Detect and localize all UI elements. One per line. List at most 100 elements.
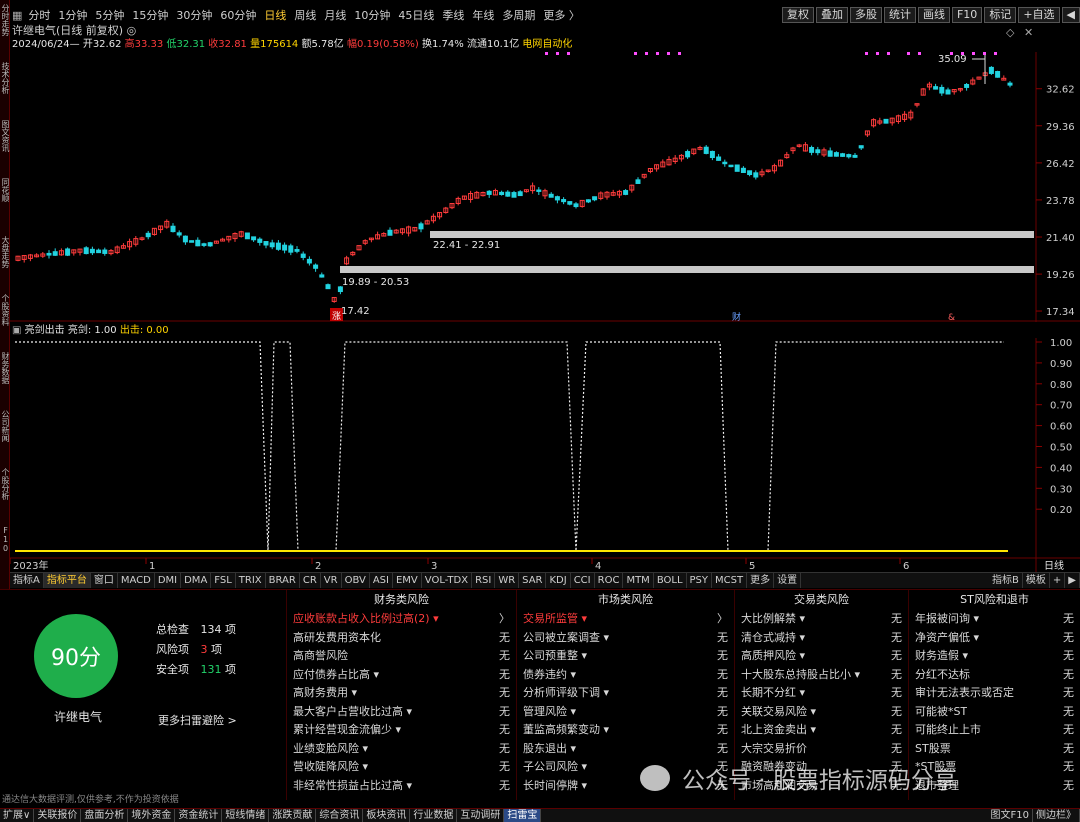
- period-item-9[interactable]: 10分钟: [350, 7, 394, 23]
- risk-row[interactable]: 财务造假 ▾ 无: [909, 647, 1080, 666]
- indicator-tab-2[interactable]: 窗口: [91, 573, 118, 588]
- period-item-5[interactable]: 60分钟: [216, 7, 260, 23]
- bottom-tab-11[interactable]: 扫雷宝: [504, 809, 542, 822]
- bottom-tab-2[interactable]: 盘面分析: [81, 809, 129, 822]
- indicator-tab-19[interactable]: CCI: [571, 573, 595, 588]
- risk-row[interactable]: 净资产偏低 ▾ 无: [909, 629, 1080, 648]
- risk-row[interactable]: 年报被问询 ▾ 无: [909, 610, 1080, 629]
- bottom-tab-5[interactable]: 短线情绪: [222, 809, 270, 822]
- restore-icon[interactable]: ◇: [1006, 26, 1014, 39]
- indicator-tab-16[interactable]: WR: [495, 573, 520, 588]
- indicator-right-tab-2[interactable]: +: [1050, 573, 1066, 588]
- risk-row[interactable]: 高商誉风险 无: [287, 647, 516, 666]
- period-item-11[interactable]: 季线: [438, 7, 468, 23]
- indicator-tab-9[interactable]: CR: [300, 573, 321, 588]
- indicator-tab-18[interactable]: KDJ: [546, 573, 571, 588]
- indicator-tab-14[interactable]: VOL-TDX: [422, 573, 473, 588]
- left-tab-2[interactable]: 图文资讯: [0, 120, 10, 174]
- risk-row[interactable]: 股东退出 ▾ 无: [517, 740, 734, 759]
- toolbar-button-3[interactable]: 统计: [883, 7, 916, 23]
- period-item-8[interactable]: 月线: [320, 7, 350, 23]
- left-tab-7[interactable]: 公司新闻: [0, 410, 10, 464]
- period-item-1[interactable]: 1分钟: [54, 7, 91, 23]
- bottom-tab-0[interactable]: 扩展∨: [0, 809, 35, 822]
- risk-row[interactable]: 董监高频繁变动 ▾ 无: [517, 721, 734, 740]
- indicator-tab-15[interactable]: RSI: [472, 573, 496, 588]
- indicator-tab-20[interactable]: ROC: [595, 573, 624, 588]
- left-tab-9[interactable]: F10: [0, 526, 10, 580]
- candlestick-chart[interactable]: 32.62 29.36 26.42 23.78 21.40 19.26 17.34 35.0…: [10, 52, 1080, 322]
- period-item-13[interactable]: 多周期: [498, 7, 539, 23]
- indicator-right-tab-1[interactable]: 模板: [1023, 573, 1050, 588]
- quote-sector[interactable]: 电网自动化: [522, 39, 572, 50]
- left-tab-1[interactable]: 技术分析: [0, 62, 10, 116]
- risk-row[interactable]: 可能被*ST 无: [909, 703, 1080, 722]
- risk-row[interactable]: 非经常性损益占比过高 ▾ 无: [287, 777, 516, 796]
- toolbar-button-0[interactable]: 复权: [781, 7, 814, 23]
- risk-row[interactable]: 大比例解禁 ▾ 无: [735, 610, 908, 629]
- indicator-tab-26[interactable]: 设置: [774, 573, 802, 588]
- risk-row[interactable]: 北上资金卖出 ▾ 无: [735, 721, 908, 740]
- bottom-right-tab-0[interactable]: 图文F10: [988, 809, 1033, 822]
- sub-chart-icon[interactable]: ▣: [12, 325, 21, 336]
- bottom-tab-8[interactable]: 板块资讯: [363, 809, 411, 822]
- left-tab-0[interactable]: 分时走势: [0, 4, 10, 58]
- toolbar-button-8[interactable]: ◀: [1061, 7, 1080, 23]
- indicator-tab-25[interactable]: 更多: [747, 573, 775, 588]
- indicator-tab-0[interactable]: 指标A: [10, 573, 44, 588]
- risk-row[interactable]: 高财务费用 ▾ 无: [287, 684, 516, 703]
- toolbar-button-7[interactable]: +自选: [1018, 7, 1060, 23]
- risk-row[interactable]: 分析师评级下调 ▾ 无: [517, 684, 734, 703]
- risk-row[interactable]: 长期不分红 ▾ 无: [735, 684, 908, 703]
- indicator-tab-11[interactable]: OBV: [342, 573, 370, 588]
- left-tab-5[interactable]: 个股资料: [0, 294, 10, 348]
- bottom-tab-9[interactable]: 行业数据: [410, 809, 458, 822]
- risk-row[interactable]: 交易所监管 ▾ 〉: [517, 610, 734, 629]
- left-tab-8[interactable]: 个股分析: [0, 468, 10, 522]
- toolbar-button-6[interactable]: 标记: [984, 7, 1017, 23]
- indicator-tab-4[interactable]: DMI: [155, 573, 182, 588]
- risk-row[interactable]: 累计经营现金流偏少 ▾ 无: [287, 721, 516, 740]
- toolbar-button-1[interactable]: 叠加: [815, 7, 848, 23]
- risk-row[interactable]: 公司预重整 ▾ 无: [517, 647, 734, 666]
- more-scan-link[interactable]: 更多扫雷避险 >: [158, 712, 237, 728]
- indicator-tab-22[interactable]: BOLL: [654, 573, 687, 588]
- indicator-tab-12[interactable]: ASI: [370, 573, 393, 588]
- risk-row[interactable]: 清仓式减持 ▾ 无: [735, 629, 908, 648]
- risk-row[interactable]: 营收陡降风险 ▾ 无: [287, 758, 516, 777]
- indicator-tab-23[interactable]: PSY: [687, 573, 713, 588]
- period-item-6[interactable]: 日线: [260, 7, 290, 23]
- period-item-3[interactable]: 15分钟: [128, 7, 172, 23]
- risk-row[interactable]: 高研发费用资本化 无: [287, 629, 516, 648]
- risk-row[interactable]: 应付债券占比高 ▾ 无: [287, 666, 516, 685]
- indicator-tab-24[interactable]: MCST: [712, 573, 748, 588]
- toolbar-button-2[interactable]: 多股: [849, 7, 882, 23]
- risk-row[interactable]: 公司被立案调查 ▾ 无: [517, 629, 734, 648]
- indicator-tab-7[interactable]: TRIX: [236, 573, 266, 588]
- period-item-7[interactable]: 周线: [290, 7, 320, 23]
- risk-row[interactable]: 十大股东总持股占比小 ▾ 无: [735, 666, 908, 685]
- period-item-0[interactable]: 分时: [24, 7, 54, 23]
- risk-row[interactable]: 关联交易风险 ▾ 无: [735, 703, 908, 722]
- indicator-chart[interactable]: 1.00 0.90 0.80 0.70 0.60 0.50 0.40 0.30 0.20 202…: [10, 338, 1080, 572]
- risk-row[interactable]: 最大客户占营收比过高 ▾ 无: [287, 703, 516, 722]
- indicator-tab-8[interactable]: BRAR: [266, 573, 300, 588]
- indicator-right-tab-3[interactable]: ▶: [1065, 573, 1080, 588]
- period-item-14[interactable]: 更多 〉: [539, 7, 584, 23]
- toolbar-button-4[interactable]: 画线: [917, 7, 950, 23]
- bottom-tab-4[interactable]: 资金统计: [175, 809, 223, 822]
- risk-row[interactable]: 业绩变脸风险 ▾ 无: [287, 740, 516, 759]
- left-tab-4[interactable]: 大盘走势: [0, 236, 10, 290]
- left-tab-3[interactable]: 同花顺: [0, 178, 10, 232]
- bottom-tab-6[interactable]: 涨跌贡献: [269, 809, 317, 822]
- bottom-tab-1[interactable]: 关联报价: [34, 809, 82, 822]
- indicator-tab-10[interactable]: VR: [321, 573, 342, 588]
- risk-row[interactable]: 大宗交易折价 无: [735, 740, 908, 759]
- indicator-tab-3[interactable]: MACD: [118, 573, 155, 588]
- indicator-tab-6[interactable]: FSL: [211, 573, 236, 588]
- period-menu-icon[interactable]: ▦: [10, 9, 24, 22]
- indicator-tab-1[interactable]: 指标平台: [43, 573, 91, 588]
- left-tab-6[interactable]: 财务数据: [0, 352, 10, 406]
- bottom-tab-10[interactable]: 互动调研: [457, 809, 505, 822]
- bottom-right-tab-1[interactable]: 侧边栏》: [1033, 809, 1080, 822]
